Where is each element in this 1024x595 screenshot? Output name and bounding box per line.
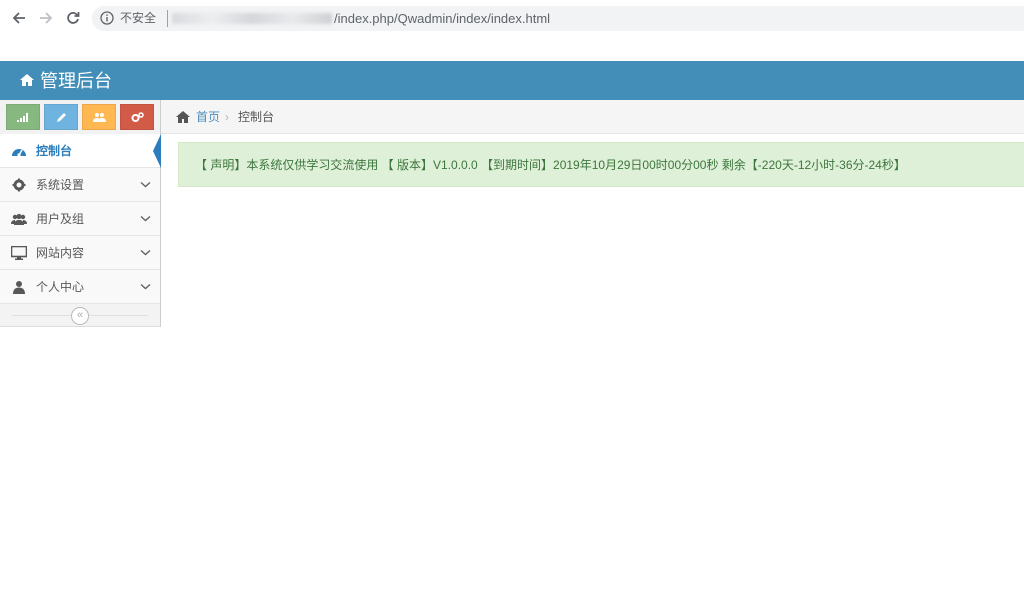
breadcrumb: 首页 › 控制台 [161, 100, 1024, 134]
sidebar-shortcuts [6, 104, 156, 130]
desktop-icon [11, 245, 27, 261]
arrow-left-icon [12, 12, 25, 24]
notice-alert: 【 声明】本系统仅供学习交流使用 【 版本】V1.0.0.0 【到期时间】201… [178, 142, 1024, 187]
home-icon [20, 74, 34, 86]
reload-icon [67, 12, 80, 24]
dashboard-icon [11, 143, 27, 159]
chevron-down-icon [140, 181, 151, 188]
sidebar-collapse-bar: « [0, 304, 160, 326]
reload-button[interactable] [63, 8, 83, 28]
breadcrumb-home-link[interactable]: 首页 [196, 110, 220, 124]
arrow-right-icon [40, 12, 53, 24]
sidebar-item-users-groups[interactable]: 用户及组 [0, 202, 160, 236]
shortcut-button-signal[interactable] [6, 104, 40, 130]
chevron-down-icon [140, 215, 151, 222]
bookmarks-bar [0, 36, 1024, 88]
users-icon [92, 112, 106, 122]
pencil-icon [56, 112, 66, 122]
insecure-label: 不安全 [120, 11, 157, 25]
sidebar-item-label: 个人中心 [36, 280, 85, 294]
url-path: /index.php/Qwadmin/index/index.html [334, 11, 551, 26]
sidebar-item-label: 网站内容 [36, 246, 85, 260]
back-button[interactable] [9, 8, 29, 28]
users-icon [11, 211, 27, 227]
sidebar-item-label: 系统设置 [36, 178, 85, 192]
browser-toolbar: 不安全 /index.php/Qwadmin/index/index.html [0, 0, 1024, 36]
shortcut-button-users[interactable] [82, 104, 116, 130]
url-separator [167, 10, 168, 27]
chevron-down-icon [140, 283, 151, 290]
sidebar-item-label: 控制台 [36, 144, 73, 158]
gear-icon [11, 177, 27, 193]
sidebar-collapse-button[interactable]: « [71, 307, 89, 325]
app-title[interactable]: 管理后台 [40, 70, 112, 92]
sidebar-item-system-settings[interactable]: 系统设置 [0, 168, 160, 202]
address-bar[interactable]: 不安全 /index.php/Qwadmin/index/index.html [92, 6, 1024, 31]
blurred-host [172, 13, 332, 24]
sidebar-menu: 控制台 系统设置 用户及组 网站内容 个人中心 [0, 134, 161, 304]
sidebar-item-site-content[interactable]: 网站内容 [0, 236, 160, 270]
info-icon [100, 11, 114, 25]
shortcut-button-pencil[interactable] [44, 104, 78, 130]
shortcut-button-cogs[interactable] [120, 104, 154, 130]
sidebar: 控制台 系统设置 用户及组 网站内容 个人中心 « [0, 100, 161, 327]
sidebar-item-personal-center[interactable]: 个人中心 [0, 270, 160, 304]
forward-button[interactable] [36, 8, 56, 28]
active-indicator [153, 134, 161, 168]
home-icon [176, 111, 190, 123]
chevron-down-icon [140, 249, 151, 256]
user-icon [11, 279, 27, 295]
app-header: 管理后台 [0, 61, 1024, 100]
breadcrumb-separator: › [225, 110, 229, 124]
cogs-icon [131, 111, 144, 122]
notice-text: 【 声明】本系统仅供学习交流使用 【 版本】V1.0.0.0 【到期时间】201… [195, 158, 906, 172]
signal-icon [17, 113, 28, 122]
sidebar-item-label: 用户及组 [36, 212, 85, 226]
sidebar-item-dashboard[interactable]: 控制台 [0, 134, 161, 168]
breadcrumb-current: 控制台 [238, 110, 275, 124]
